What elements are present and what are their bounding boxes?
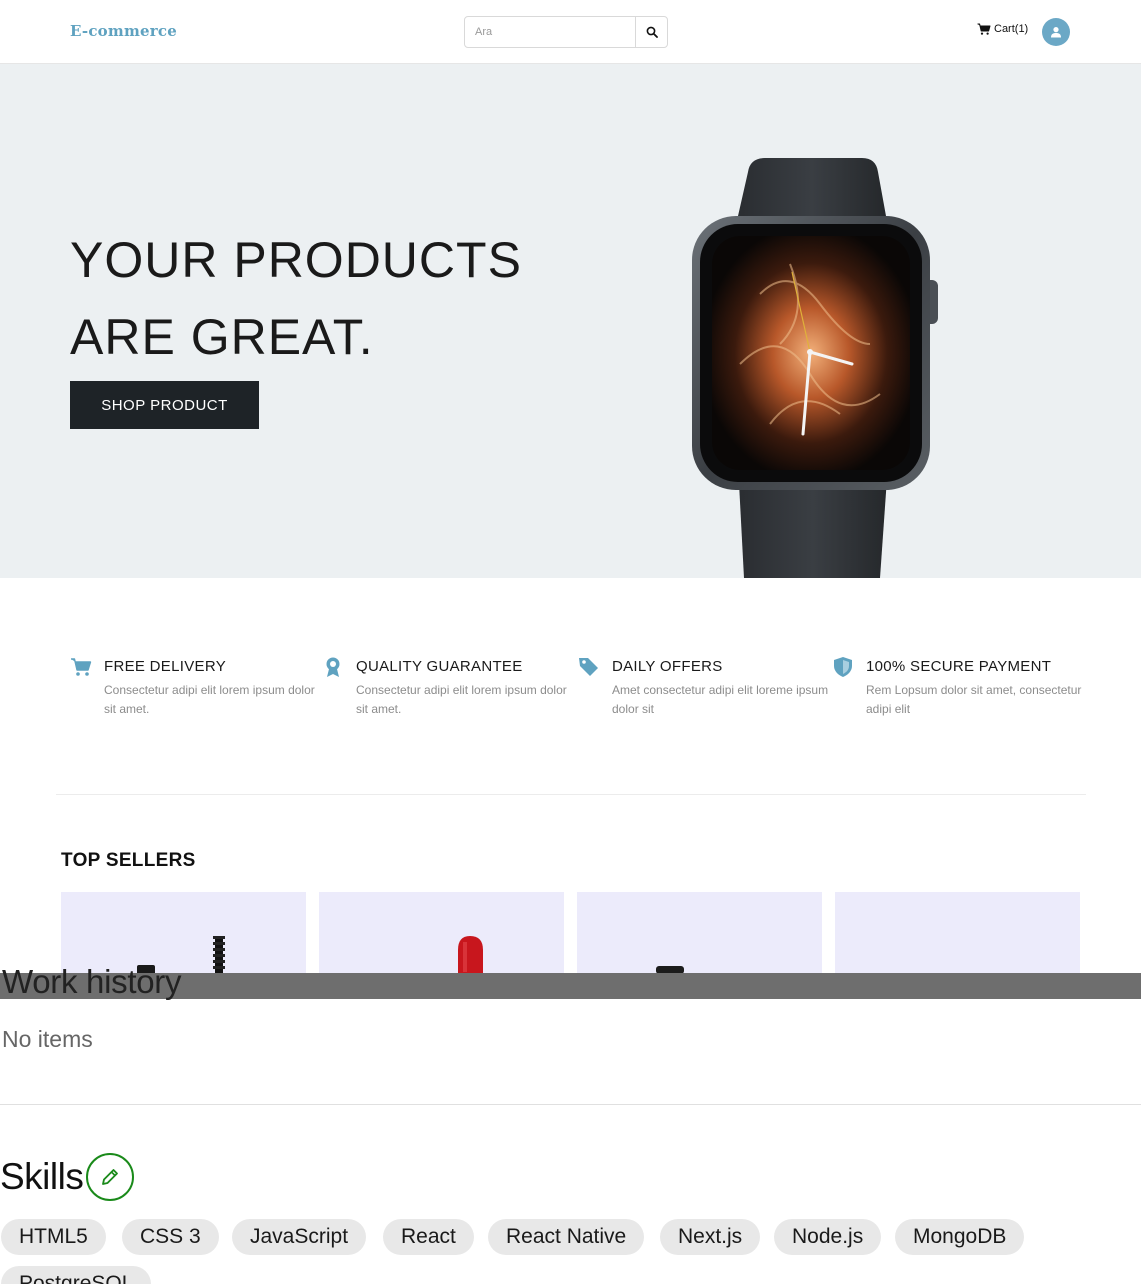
hero-title-line2: ARE GREAT. xyxy=(70,309,374,365)
shield-icon xyxy=(834,657,852,677)
top-sellers-title: TOP SELLERS xyxy=(61,850,196,871)
cart-label: Cart(1) xyxy=(994,23,1029,35)
cart-icon xyxy=(977,23,991,35)
badge-icon xyxy=(326,657,340,677)
pencil-icon xyxy=(102,1169,118,1185)
lipstick-image xyxy=(458,936,483,974)
hero-title-line1: YOUR PRODUCTS xyxy=(70,232,522,288)
skills-title: Skills xyxy=(0,1156,84,1197)
hero-banner: YOUR PRODUCTS ARE GREAT. SHOP PRODUCT xyxy=(0,64,1141,578)
smartwatch-image xyxy=(692,158,938,578)
skill-chip[interactable]: JavaScript xyxy=(232,1219,367,1255)
skill-chip[interactable]: PostgreSQL xyxy=(1,1266,152,1284)
search-input[interactable] xyxy=(465,17,635,47)
search-icon xyxy=(646,26,658,38)
search-button[interactable] xyxy=(635,17,667,47)
top-navbar: E-commerce Cart(1) xyxy=(0,0,1141,64)
mascara-image xyxy=(137,936,225,974)
skill-chip[interactable]: HTML5 xyxy=(1,1219,106,1255)
work-history-empty-text: No items xyxy=(2,1026,93,1052)
user-icon xyxy=(1051,27,1061,38)
product-card[interactable] xyxy=(835,892,1080,974)
feature-title: QUALITY GUARANTEE xyxy=(356,658,523,675)
skill-chip[interactable]: CSS 3 xyxy=(122,1219,219,1255)
section-divider xyxy=(0,1104,1141,1105)
feature-description: Amet consectetur adipi elit loreme ipsum… xyxy=(612,683,829,716)
edit-skills-button[interactable] xyxy=(86,1153,134,1201)
cart-link[interactable]: Cart(1) xyxy=(977,23,1028,35)
section-divider xyxy=(56,794,1086,795)
cart-icon xyxy=(71,658,92,676)
search-box xyxy=(464,16,668,48)
product-card[interactable] xyxy=(577,892,822,974)
hero-title: YOUR PRODUCTS ARE GREAT. xyxy=(70,222,522,376)
feature-description: Consectetur adipi elit lorem ipsum dolor… xyxy=(356,683,567,716)
skill-chip[interactable]: React xyxy=(383,1219,474,1255)
skill-chip[interactable]: Node.js xyxy=(774,1219,882,1255)
skill-chip[interactable]: React Native xyxy=(488,1219,645,1255)
user-avatar-button[interactable] xyxy=(1042,18,1070,46)
work-history-title: Work history xyxy=(2,963,182,1000)
feature-title: FREE DELIVERY xyxy=(104,658,226,675)
feature-list: FREE DELIVERY Consectetur adipi elit lor… xyxy=(70,656,1081,726)
tag-icon xyxy=(579,658,598,676)
brand-logo[interactable]: E-commerce xyxy=(70,22,177,40)
feature-description: Consectetur adipi elit lorem ipsum dolor… xyxy=(104,683,315,716)
feature-description: Rem Lopsum dolor sit amet, consectetur a… xyxy=(866,683,1082,716)
product-image xyxy=(656,966,684,974)
feature-title: DAILY OFFERS xyxy=(612,658,723,675)
skill-chip[interactable]: Next.js xyxy=(660,1219,761,1255)
product-card[interactable] xyxy=(61,892,306,974)
feature-title: 100% SECURE PAYMENT xyxy=(866,658,1052,675)
product-card[interactable] xyxy=(319,892,564,974)
shop-product-button[interactable]: SHOP PRODUCT xyxy=(70,381,259,429)
skill-chip[interactable]: MongoDB xyxy=(895,1219,1025,1255)
